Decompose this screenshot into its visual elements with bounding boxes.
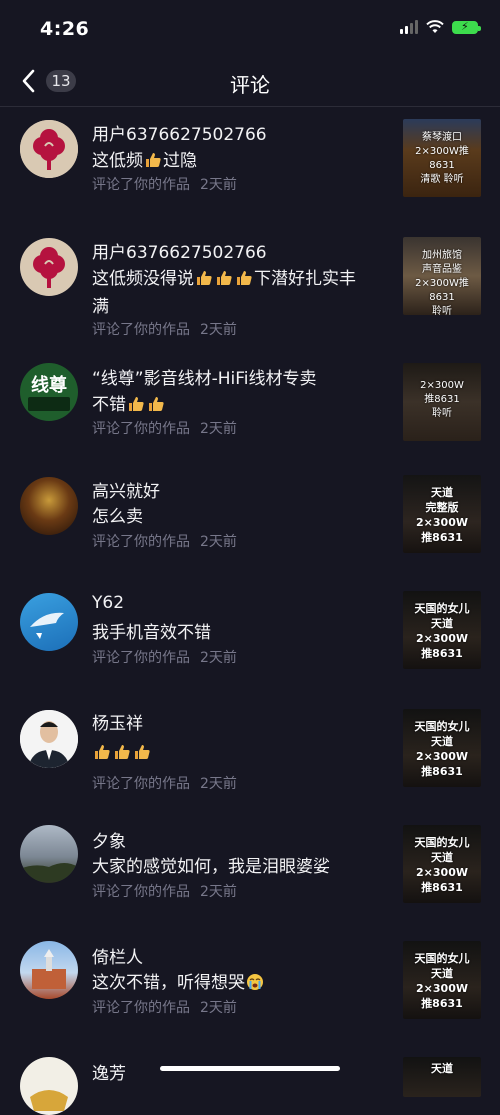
avatar[interactable] xyxy=(20,710,78,768)
battery-charging-icon: ⚡ xyxy=(452,20,481,34)
avatar[interactable] xyxy=(20,238,78,296)
comment-item[interactable]: 杨玉祥 评论了你的作品 2天前 天国的女儿 天道 2×300W 推8631 xyxy=(0,697,500,815)
user-name[interactable]: 用户6376627502766 xyxy=(92,238,267,263)
comment-text-part: 我手机音效不错 xyxy=(92,623,211,643)
nav-bar: 13 评论 xyxy=(0,56,500,107)
comment-item[interactable]: 夕象 大家的感觉如何，我是泪眼婆娑 评论了你的作品 2天前 天国的女儿 天道 2×… xyxy=(0,815,500,933)
avatar[interactable] xyxy=(20,941,78,999)
avatar-label: 线尊 xyxy=(31,375,67,396)
comment-meta: 评论了你的作品 2天前 xyxy=(92,322,237,338)
thumbnail-caption: 天国的女儿 天道 2×300W 推8631 xyxy=(414,952,470,1010)
wifi-icon xyxy=(426,20,444,33)
comment-text-part: 不错 xyxy=(92,395,126,415)
comment-item[interactable]: 倚栏人 这次不错，听得想哭 评论了你的作品 2天前 天国的女儿 天道 2×300W… xyxy=(0,931,500,1049)
avatar[interactable] xyxy=(20,1057,78,1115)
video-thumbnail[interactable]: 天道 xyxy=(403,1057,481,1097)
comment-text xyxy=(92,739,367,767)
thumbs-up-emoji xyxy=(215,268,233,286)
comment-text: 怎么卖 xyxy=(92,503,367,531)
user-name[interactable]: 用户6376627502766 xyxy=(92,120,267,145)
comment-text-part: 这低频没得说 xyxy=(92,269,194,289)
user-name[interactable]: Y62 xyxy=(92,593,124,613)
user-name[interactable]: 夕象 xyxy=(92,827,126,852)
video-thumbnail[interactable]: 2×300W 推8631 聆听 xyxy=(403,363,481,441)
comment-meta: 评论了你的作品 2天前 xyxy=(92,421,237,437)
page-title: 评论 xyxy=(230,73,270,97)
cellular-signal-icon xyxy=(400,20,418,34)
video-thumbnail[interactable]: 天国的女儿 天道 2×300W 推8631 xyxy=(403,825,481,903)
thumbnail-caption: 天国的女儿 天道 2×300W 推8631 xyxy=(414,602,470,660)
user-name[interactable]: 杨玉祥 xyxy=(92,709,143,734)
thumbnail-caption: 天国的女儿 天道 2×300W 推8631 xyxy=(414,720,470,778)
comment-text: 这次不错，听得想哭 xyxy=(92,969,367,997)
thumbnail-caption: 2×300W 推8631 聆听 xyxy=(420,380,464,419)
video-thumbnail[interactable]: 加州旅馆 声音品鉴 2×300W推8631 聆听 xyxy=(403,237,481,315)
thumbnail-caption: 加州旅馆 声音品鉴 2×300W推8631 聆听 xyxy=(415,250,469,315)
home-indicator xyxy=(160,1066,340,1071)
comment-meta: 评论了你的作品 2天前 xyxy=(92,177,237,193)
status-time: 4:26 xyxy=(40,18,90,40)
thumbnail-caption: 天国的女儿 天道 2×300W 推8631 xyxy=(414,836,470,894)
comment-text-part: 过隐 xyxy=(163,151,197,171)
loudly-crying-emoji xyxy=(246,972,264,990)
user-name[interactable]: 倚栏人 xyxy=(92,943,143,968)
thumbs-up-emoji xyxy=(93,742,111,760)
comment-text-part: 大家的感觉如何，我是泪眼婆娑 xyxy=(92,857,330,877)
comment-text-part: 怎么卖 xyxy=(92,507,143,527)
video-thumbnail[interactable]: 蔡琴渡口 2×300W推8631 清歌 聆听 xyxy=(403,119,481,197)
thumbs-up-emoji xyxy=(147,394,165,412)
thumbnail-caption: 天道 xyxy=(431,1062,453,1075)
comment-text-part: 这低频 xyxy=(92,151,143,171)
comment-text: 不错 xyxy=(92,391,367,419)
video-thumbnail[interactable]: 天国的女儿 天道 2×300W 推8631 xyxy=(403,591,481,669)
thumbs-up-emoji xyxy=(195,268,213,286)
comment-item[interactable]: 用户6376627502766 这低频 过隐 评论了你的作品 2天前 蔡琴渡口 2×… xyxy=(0,107,500,227)
comment-text: 这低频没得说 下潜好扎实丰满 xyxy=(92,265,367,321)
thumbs-up-emoji xyxy=(144,150,162,168)
avatar[interactable] xyxy=(20,593,78,651)
thumbnail-caption: 天道 完整版 2×300W 推8631 xyxy=(416,486,468,544)
comment-text-part: 这次不错，听得想哭 xyxy=(92,973,245,993)
avatar[interactable] xyxy=(20,477,78,535)
avatar[interactable] xyxy=(20,825,78,883)
video-thumbnail[interactable]: 天国的女儿 天道 2×300W 推8631 xyxy=(403,941,481,1019)
avatar[interactable]: 线尊 xyxy=(20,363,78,421)
comment-item[interactable]: Y62 我手机音效不错 评论了你的作品 2天前 天国的女儿 天道 2×300W 推… xyxy=(0,581,500,699)
user-name[interactable]: 高兴就好 xyxy=(92,477,160,502)
comment-meta: 评论了你的作品 2天前 xyxy=(92,534,237,550)
comment-text: 大家的感觉如何，我是泪眼婆娑 xyxy=(92,853,367,881)
status-icons: ⚡ xyxy=(400,20,481,34)
thumbs-up-emoji xyxy=(127,394,145,412)
user-name[interactable]: 逸芳 xyxy=(92,1059,126,1084)
thumbs-up-emoji xyxy=(133,742,151,760)
thumbs-up-emoji xyxy=(235,268,253,286)
comment-meta: 评论了你的作品 2天前 xyxy=(92,776,237,792)
avatar[interactable] xyxy=(20,120,78,178)
user-name[interactable]: “线尊”影音线材-HiFi线材专卖 xyxy=(92,364,317,389)
video-thumbnail[interactable]: 天道 完整版 2×300W 推8631 xyxy=(403,475,481,553)
comment-text: 这低频 过隐 xyxy=(92,147,367,175)
video-thumbnail[interactable]: 天国的女儿 天道 2×300W 推8631 xyxy=(403,709,481,787)
comment-meta: 评论了你的作品 2天前 xyxy=(92,884,237,900)
comment-item[interactable]: 高兴就好 怎么卖 评论了你的作品 2天前 天道 完整版 2×300W 推8631 xyxy=(0,465,500,583)
thumbnail-caption: 蔡琴渡口 2×300W推8631 清歌 聆听 xyxy=(415,132,469,185)
status-bar: 4:26 ⚡ xyxy=(0,0,500,56)
comment-item[interactable]: 用户6376627502766 这低频没得说 下潜好扎实丰满 加州旅馆 声音品鉴 … xyxy=(0,225,500,355)
comment-text: 我手机音效不错 xyxy=(92,619,367,647)
comment-meta: 评论了你的作品 2天前 xyxy=(92,1000,237,1016)
comment-item[interactable]: 线尊 “线尊”影音线材-HiFi线材专卖 不错 评论了你的作品 2天前 2×300… xyxy=(0,351,500,466)
thumbs-up-emoji xyxy=(113,742,131,760)
comment-meta: 评论了你的作品 2天前 xyxy=(92,650,237,666)
